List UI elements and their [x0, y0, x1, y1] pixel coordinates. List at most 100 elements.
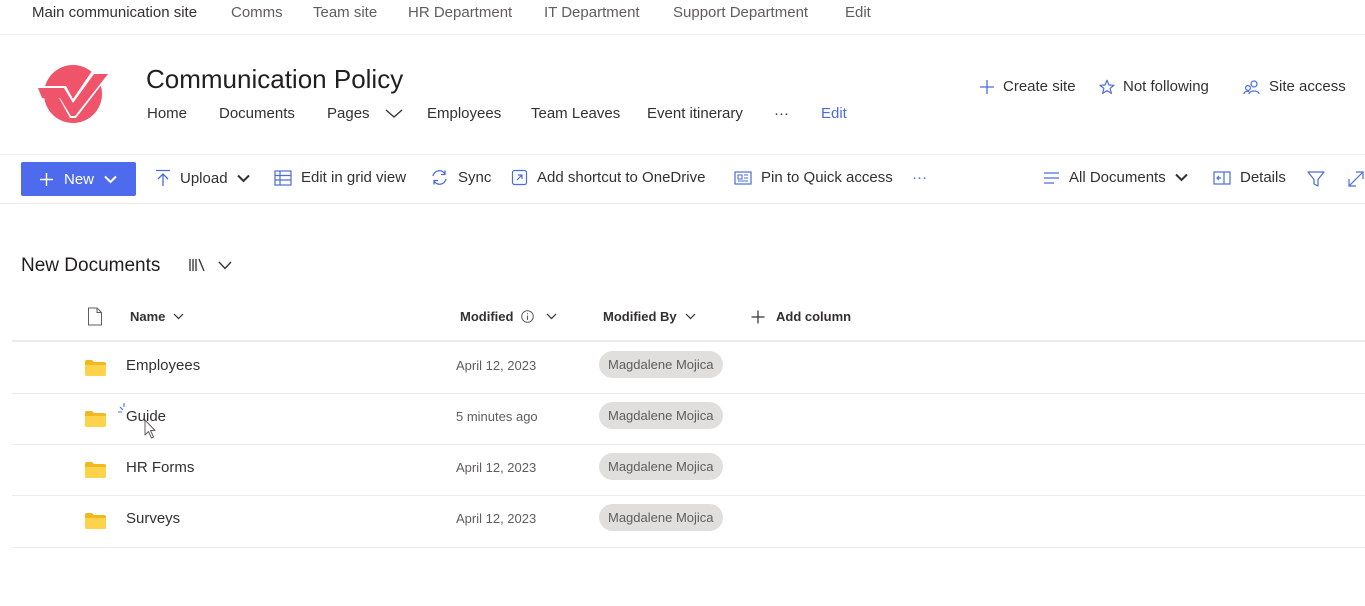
folder-icon — [85, 513, 106, 529]
hub-item-hr-department[interactable]: HR Department — [408, 4, 512, 21]
modified-date: April 12, 2023 — [456, 460, 537, 475]
chevron-down-icon — [547, 313, 557, 320]
details-button[interactable]: Details — [1213, 169, 1286, 186]
site-access-label: Site access — [1269, 78, 1346, 95]
list-view-icon — [1044, 171, 1059, 184]
modified-by-persona[interactable]: Magdalene Mojica — [599, 351, 723, 378]
row-divider — [12, 547, 1365, 548]
chevron-down-icon — [236, 174, 250, 182]
sync-label: Sync — [458, 169, 492, 186]
site-nav-event-itinerary[interactable]: Event itinerary — [647, 105, 743, 122]
chevron-down-icon — [104, 175, 117, 183]
modified-date: 5 minutes ago — [456, 409, 538, 424]
plus-icon — [980, 79, 994, 94]
pin-quick-access-button[interactable]: Pin to Quick access — [734, 169, 893, 186]
table-row[interactable]: Employees April 12, 2023 Magdalene Mojic… — [12, 342, 1365, 393]
chevron-down-icon — [218, 261, 232, 269]
hub-item-it-department[interactable]: IT Department — [544, 4, 640, 21]
view-label: All Documents — [1069, 169, 1166, 186]
modified-by-persona[interactable]: Magdalene Mojica — [599, 402, 723, 429]
name-column-label: Name — [130, 309, 166, 324]
site-nav-home[interactable]: Home — [147, 105, 187, 122]
upload-icon — [156, 169, 170, 186]
document-icon — [88, 307, 102, 326]
library-title: New Documents — [21, 255, 161, 276]
site-nav-more-button[interactable]: ··· — [774, 105, 789, 122]
add-shortcut-label: Add shortcut to OneDrive — [537, 169, 706, 186]
more-commands-button[interactable]: ··· — [912, 169, 927, 186]
header-divider — [0, 154, 1365, 155]
expand-button[interactable] — [1347, 170, 1365, 188]
star-icon — [1099, 79, 1115, 94]
modified-by-column-label: Modified By — [603, 309, 677, 324]
people-icon — [1243, 79, 1260, 94]
hub-edit-link[interactable]: Edit — [845, 4, 871, 21]
upload-button[interactable]: Upload — [155, 169, 250, 187]
folder-icon — [85, 411, 106, 427]
hub-item-main-communication-site[interactable]: Main communication site — [32, 4, 197, 21]
site-logo[interactable] — [32, 63, 114, 125]
create-site-button[interactable]: Create site — [979, 78, 1076, 95]
plus-icon — [751, 310, 765, 323]
hub-item-team-site[interactable]: Team site — [313, 4, 377, 21]
mouse-cursor-icon — [118, 403, 156, 439]
site-nav-edit-link[interactable]: Edit — [821, 105, 847, 122]
table-row[interactable]: Surveys April 12, 2023 Magdalene Mojica — [12, 495, 1365, 546]
create-site-label: Create site — [1003, 78, 1076, 95]
shortcut-icon — [511, 169, 528, 186]
follow-button[interactable]: Not following — [1099, 78, 1209, 95]
filter-icon — [1307, 171, 1325, 187]
folder-icon — [85, 462, 106, 478]
new-button-label: New — [64, 170, 95, 188]
hub-item-support-department[interactable]: Support Department — [673, 4, 808, 21]
chevron-down-icon — [685, 313, 696, 320]
new-button[interactable]: New — [21, 162, 136, 196]
table-row[interactable]: HR Forms April 12, 2023 Magdalene Mojica — [12, 444, 1365, 495]
add-column-button[interactable]: Add column — [751, 309, 851, 324]
library-view-switcher[interactable] — [188, 257, 232, 273]
site-nav-documents[interactable]: Documents — [219, 105, 295, 122]
file-type-column-header[interactable] — [87, 307, 103, 326]
info-icon — [521, 310, 535, 323]
chevron-down-icon — [385, 109, 403, 118]
upload-label: Upload — [180, 169, 228, 187]
file-name-link[interactable]: Surveys — [126, 510, 180, 527]
site-nav-employees[interactable]: Employees — [427, 105, 501, 122]
folder-icon — [85, 360, 106, 376]
plus-icon — [40, 172, 53, 186]
modified-column-header[interactable]: Modified — [460, 309, 557, 324]
chevron-down-icon — [173, 313, 184, 320]
site-title: Communication Policy — [146, 64, 404, 94]
site-nav-pages-label: Pages — [327, 105, 370, 122]
add-shortcut-button[interactable]: Add shortcut to OneDrive — [511, 169, 705, 186]
view-switcher[interactable]: All Documents — [1043, 169, 1188, 186]
edit-grid-view-label: Edit in grid view — [301, 169, 407, 186]
library-icon — [189, 258, 205, 272]
info-pane-icon — [1213, 170, 1231, 185]
site-nav-pages[interactable]: Pages — [327, 105, 403, 122]
file-name-link[interactable]: Employees — [126, 357, 200, 374]
file-name-link[interactable]: HR Forms — [126, 459, 194, 476]
edit-grid-view-button[interactable]: Edit in grid view — [274, 169, 406, 186]
name-column-header[interactable]: Name — [130, 309, 184, 324]
modified-date: April 12, 2023 — [456, 358, 537, 373]
site-nav-team-leaves[interactable]: Team Leaves — [531, 105, 620, 122]
modified-column-label: Modified — [460, 309, 514, 324]
hub-navigation: Main communication site Comms Team site … — [0, 0, 1365, 35]
sync-icon — [432, 170, 447, 185]
modified-by-persona[interactable]: Magdalene Mojica — [599, 504, 723, 531]
site-access-button[interactable]: Site access — [1243, 78, 1346, 95]
table-row[interactable]: Guide 5 minutes ago Magdalene Mojica — [12, 393, 1365, 444]
filter-button[interactable] — [1307, 170, 1325, 188]
pin-quick-access-label: Pin to Quick access — [761, 169, 893, 186]
pin-icon — [734, 170, 752, 185]
details-label: Details — [1240, 169, 1286, 186]
add-column-label: Add column — [776, 309, 852, 324]
chevron-down-icon — [1174, 173, 1188, 182]
sync-button[interactable]: Sync — [430, 169, 491, 186]
hub-item-comms[interactable]: Comms — [231, 4, 283, 21]
commandbar-divider — [0, 203, 1365, 204]
modified-by-persona[interactable]: Magdalene Mojica — [599, 453, 723, 480]
modified-by-column-header[interactable]: Modified By — [603, 309, 696, 324]
modified-date: April 12, 2023 — [456, 511, 537, 526]
